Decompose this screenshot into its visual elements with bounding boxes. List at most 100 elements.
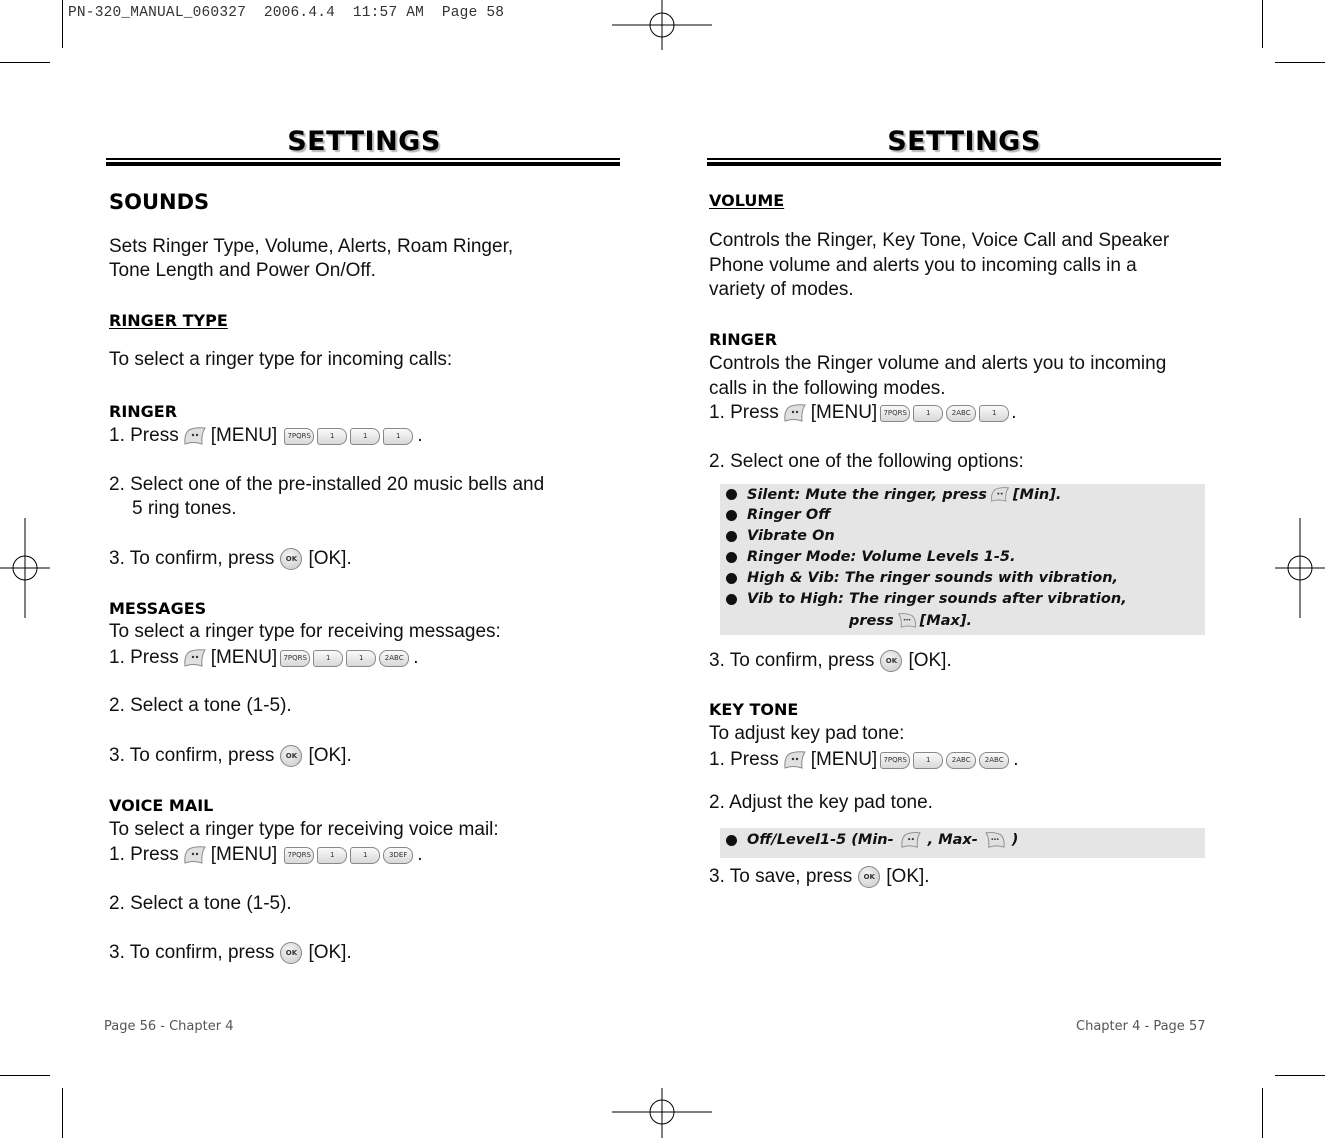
step-text: 1. Press (109, 647, 179, 668)
intro-text: Tone Length and Power On/Off. (109, 260, 376, 281)
ringer-heading: RINGER (109, 402, 178, 421)
bullet-icon (726, 572, 737, 584)
option-text: , Max- (927, 832, 978, 848)
option-ringer-off: Ringer Off (726, 507, 830, 523)
section-title: VOLUME (709, 191, 785, 210)
option-text: Off/Level1-5 (Min- (747, 832, 894, 848)
key-tone-heading: KEY TONE (709, 700, 799, 719)
ok-key-icon: OK (280, 548, 303, 570)
voice-mail-step-1: 1. Press [MENU] 7PQRS 1 1 3DEF . (109, 843, 422, 867)
key-tone-step-2: 2. Adjust the key pad tone. (709, 792, 933, 813)
key-1-icon: 1 (979, 404, 1010, 422)
key-2-icon: 2ABC (946, 751, 977, 769)
intro-text: Controls the Ringer, Key Tone, Voice Cal… (709, 230, 1170, 251)
option-text: Silent: Mute the ringer, press (747, 486, 987, 503)
option-ringer-mode: Ringer Mode: Volume Levels 1-5. (726, 549, 1015, 565)
ok-key-icon: OK (858, 866, 881, 888)
step-text: 3. To confirm, press (709, 650, 875, 671)
option-text: [Min]. (1012, 486, 1062, 503)
subsection-title: RINGER TYPE (109, 311, 228, 330)
title-rule (707, 162, 1221, 166)
key-tone-intro: To adjust key pad tone: (709, 723, 905, 744)
bullet-icon (726, 489, 737, 500)
option-silent: Silent: Mute the ringer, press [Min]. (726, 486, 1061, 503)
intro-text: Sets Ringer Type, Volume, Alerts, Roam R… (109, 236, 514, 257)
step-text: 3. To save, press (709, 866, 853, 887)
ringer-step-3: 3. To confirm, press OK [OK]. (109, 547, 352, 571)
step-text: 3. To confirm, press (109, 745, 275, 766)
ringer-step-2: 2. Select one of the following options: (709, 451, 1024, 472)
option-text: ) (1011, 832, 1019, 848)
option-text: [Max]. (919, 612, 972, 629)
ringer-step-2: 2. Select one of the pre-installed 20 mu… (109, 474, 545, 495)
messages-intro: To select a ringer type for receiving me… (109, 621, 501, 642)
step-text: 1. Press (109, 425, 179, 446)
ok-label: [OK]. (308, 942, 352, 963)
crop-mark (1275, 62, 1325, 63)
left-soft-key-icon (990, 486, 1010, 503)
right-soft-key-icon (897, 612, 917, 629)
voice-mail-step-2: 2. Select a tone (1-5). (109, 893, 292, 914)
ok-key-icon: OK (280, 942, 303, 964)
menu-label: [MENU] (810, 749, 878, 770)
step-text: 3. To confirm, press (109, 942, 275, 963)
option-text: Vib to High: The ringer sounds after vib… (747, 591, 1127, 607)
step-text: 1. Press (709, 402, 779, 423)
left-soft-key-icon (183, 648, 207, 668)
step-text: 1. Press (109, 844, 179, 865)
left-soft-key-icon (900, 831, 922, 849)
messages-step-2: 2. Select a tone (1-5). (109, 695, 292, 716)
intro-text: Phone volume and alerts you to incoming … (709, 255, 1137, 276)
key-1-icon: 1 (350, 427, 381, 445)
voice-mail-heading: VOICE MAIL (109, 796, 214, 815)
voice-mail-intro: To select a ringer type for receiving vo… (109, 819, 499, 840)
messages-heading: MESSAGES (109, 599, 207, 618)
ok-label: [OK]. (308, 548, 352, 569)
left-soft-key-icon (183, 845, 207, 865)
option-text: Vibrate On (747, 528, 835, 544)
ringer-step-1: 1. Press [MENU] 7PQRS 1 1 1 . (109, 424, 422, 448)
key-7-icon: 7PQRS (284, 846, 315, 864)
crop-mark (1262, 0, 1263, 48)
ringer-step-1: 1. Press [MENU] 7PQRS 1 2ABC 1 . (709, 401, 1016, 425)
bullet-icon (726, 551, 737, 563)
option-vib-high-cont: press [Max]. (849, 612, 972, 629)
option-text: Ringer Off (747, 507, 831, 523)
key-1-icon: 1 (313, 649, 344, 667)
key-tone-step-3: 3. To save, press OK [OK]. (709, 865, 930, 889)
crop-mark (62, 0, 63, 48)
registration-mark-bottom (612, 1088, 712, 1138)
registration-mark-left (0, 518, 50, 618)
subsection-intro: To select a ringer type for incoming cal… (109, 349, 453, 370)
key-7-icon: 7PQRS (284, 427, 315, 445)
key-2-icon: 2ABC (979, 751, 1010, 769)
ok-key-icon: OK (280, 745, 303, 767)
option-vibrate-on: Vibrate On (726, 528, 835, 544)
messages-step-3: 3. To confirm, press OK [OK]. (109, 744, 352, 768)
key-1-icon: 1 (317, 846, 348, 864)
menu-label: [MENU] (210, 844, 278, 865)
bullet-icon (726, 509, 737, 521)
intro-text: variety of modes. (709, 279, 854, 300)
option-text: Ringer Mode: Volume Levels 1-5. (747, 549, 1016, 565)
page-title: SETTINGS (287, 126, 441, 157)
title-rule (707, 158, 1221, 160)
key-7-icon: 7PQRS (880, 751, 911, 769)
registration-mark-right (1275, 518, 1325, 618)
messages-step-1: 1. Press [MENU] 7PQRS 1 1 2ABC . (109, 646, 418, 670)
key-1-icon: 1 (317, 427, 348, 445)
period: . (1013, 749, 1019, 770)
page-footer: Chapter 4 - Page 57 (1076, 1019, 1206, 1034)
key-1-icon: 1 (350, 846, 381, 864)
crop-mark (1262, 1088, 1263, 1138)
ok-key-icon: OK (880, 650, 903, 672)
page-title: SETTINGS (887, 126, 1041, 157)
key-1-icon: 1 (346, 649, 377, 667)
ringer-step-2-cont: 5 ring tones. (132, 498, 237, 519)
section-title: SOUNDS (109, 190, 210, 214)
ok-label: [OK]. (886, 866, 930, 887)
voice-mail-step-3: 3. To confirm, press OK [OK]. (109, 941, 352, 965)
ringer-heading: RINGER (709, 330, 778, 349)
ok-label: [OK]. (308, 745, 352, 766)
key-1-icon: 1 (383, 427, 414, 445)
